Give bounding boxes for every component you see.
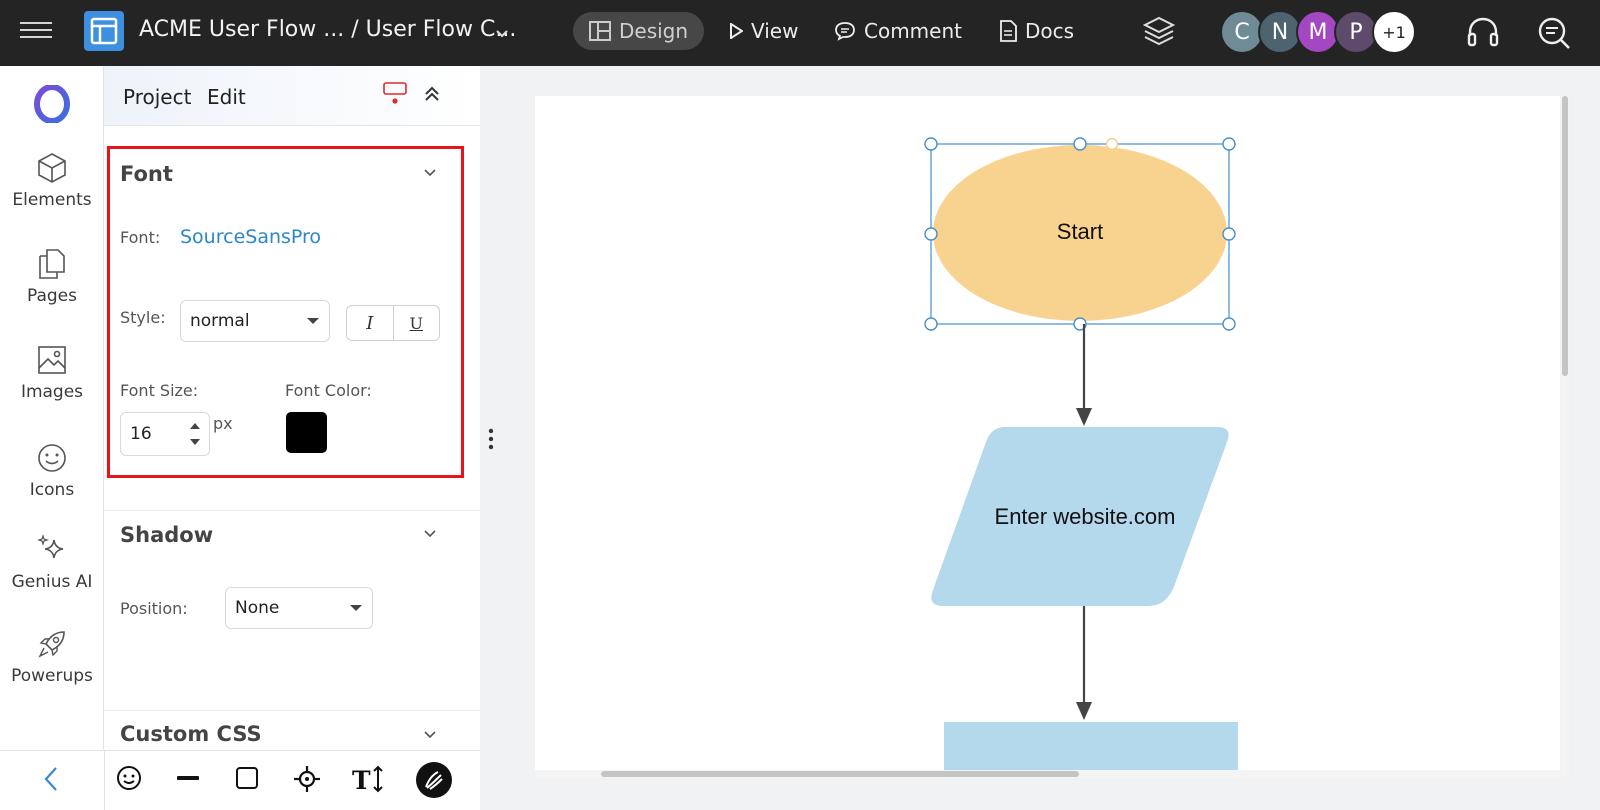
shadow-position-label: Position:	[120, 599, 188, 618]
pages-icon	[39, 249, 65, 279]
more-users-badge[interactable]: +1	[1372, 10, 1416, 54]
tab-design[interactable]: Design	[573, 12, 705, 50]
toolbar-divider	[104, 751, 105, 810]
square-tool-icon[interactable]	[234, 765, 260, 791]
layout-icon	[589, 21, 611, 41]
chevron-down-icon[interactable]	[495, 24, 509, 43]
section-divider	[104, 510, 480, 511]
vertical-scrollbar[interactable]	[1561, 96, 1569, 776]
layers-icon[interactable]	[1142, 16, 1176, 50]
arrowhead	[1076, 702, 1092, 720]
brand-logo[interactable]	[33, 84, 71, 124]
image-icon	[38, 346, 66, 374]
design-canvas[interactable]: Start Enter website.com	[535, 96, 1560, 776]
top-toolbar: ACME User Flow ... / User Flow C... Desi…	[0, 0, 1600, 66]
resize-handle[interactable]	[924, 227, 938, 241]
tab-view-label: View	[751, 19, 799, 43]
search-icon[interactable]	[1537, 16, 1571, 54]
caret-down-icon	[350, 605, 362, 611]
chevron-down-icon[interactable]	[423, 529, 437, 539]
resize-handle[interactable]	[924, 137, 938, 151]
avatar-initial: N	[1271, 19, 1289, 45]
rocket-icon	[38, 631, 65, 658]
tab-docs[interactable]: Docs	[983, 12, 1090, 50]
nav-icons[interactable]: Icons	[0, 442, 104, 500]
cube-icon	[38, 153, 66, 183]
sparkle-icon	[37, 534, 64, 559]
resize-handle[interactable]	[1222, 227, 1236, 241]
nav-images[interactable]: Images	[0, 344, 104, 402]
nav-elements[interactable]: Elements	[0, 152, 104, 210]
headset-icon[interactable]	[1466, 16, 1500, 52]
shadow-position-select[interactable]: None	[225, 587, 373, 629]
more-vertical-icon[interactable]	[488, 428, 494, 450]
collapse-up-icon[interactable]	[424, 86, 440, 102]
resize-handle[interactable]	[1222, 317, 1236, 331]
nav-powerups-label: Powerups	[11, 666, 93, 686]
resize-handle[interactable]	[924, 317, 938, 331]
svg-text:T: T	[352, 766, 371, 793]
tab-view[interactable]: View	[713, 12, 814, 50]
chevron-left-icon[interactable]	[42, 765, 60, 793]
resize-handle[interactable]	[1073, 137, 1087, 151]
rotate-handle[interactable]	[1105, 137, 1119, 151]
nav-genius-ai[interactable]: Genius AI	[0, 534, 104, 592]
nav-powerups[interactable]: Powerups	[0, 628, 104, 686]
panel-header: Project Edit	[104, 66, 480, 126]
nav-images-label: Images	[20, 382, 84, 402]
menu-edit[interactable]: Edit	[207, 85, 246, 109]
avatar-initial: P	[1349, 19, 1363, 45]
document-icon	[1000, 20, 1017, 42]
menu-project[interactable]: Project	[123, 85, 191, 109]
play-icon	[730, 23, 743, 39]
shadow-section-title[interactable]: Shadow	[120, 523, 213, 547]
document-title[interactable]: ACME User Flow ... / User Flow C...	[139, 17, 516, 42]
avatar-initial: C	[1234, 19, 1250, 45]
tab-design-label: Design	[619, 19, 689, 43]
tab-comment-label: Comment	[864, 19, 962, 43]
nav-pages-label: Pages	[26, 286, 77, 306]
scrollbar-thumb[interactable]	[1562, 96, 1568, 376]
text-tool-icon[interactable]: T	[352, 765, 384, 793]
custom-css-section-title[interactable]: Custom CSS	[120, 722, 262, 746]
tab-docs-label: Docs	[1025, 19, 1075, 43]
input-shape-label: Enter website.com	[994, 504, 1176, 529]
connector-tool-icon[interactable]	[293, 765, 321, 793]
process-rectangle-shape[interactable]	[944, 722, 1238, 776]
left-navigation: Elements Pages Images Icons Genius AI Po…	[0, 66, 104, 810]
bottom-toolbar: T	[0, 750, 480, 810]
font-section-highlight	[107, 146, 464, 478]
horizontal-scrollbar[interactable]	[535, 770, 1560, 778]
arrowhead	[1076, 408, 1092, 426]
start-shape-label: Start	[1056, 219, 1104, 244]
nav-pages[interactable]: Pages	[0, 248, 104, 306]
smiley-icon	[38, 444, 66, 472]
comment-icon	[835, 22, 855, 41]
more-users-count: +1	[1382, 22, 1406, 42]
nav-elements-label: Elements	[12, 190, 92, 210]
chevron-down-icon[interactable]	[423, 730, 437, 740]
nav-genius-ai-label: Genius AI	[11, 572, 93, 592]
app-logo[interactable]	[84, 11, 124, 51]
tab-comment[interactable]: Comment	[818, 12, 978, 50]
shadow-position-value: None	[235, 598, 280, 618]
resize-handle[interactable]	[1222, 137, 1236, 151]
section-divider	[104, 710, 480, 711]
hamburger-menu-icon[interactable]	[20, 17, 52, 49]
scrollbar-thumb[interactable]	[601, 771, 1079, 777]
nav-icons-label: Icons	[29, 480, 75, 500]
smiley-icon[interactable]	[116, 765, 142, 791]
presentation-icon[interactable]	[383, 82, 407, 106]
flowchart	[924, 137, 1238, 776]
draw-tool-icon[interactable]	[416, 762, 452, 798]
line-tool-icon[interactable]	[176, 765, 200, 791]
avatar-initial: M	[1308, 19, 1328, 45]
